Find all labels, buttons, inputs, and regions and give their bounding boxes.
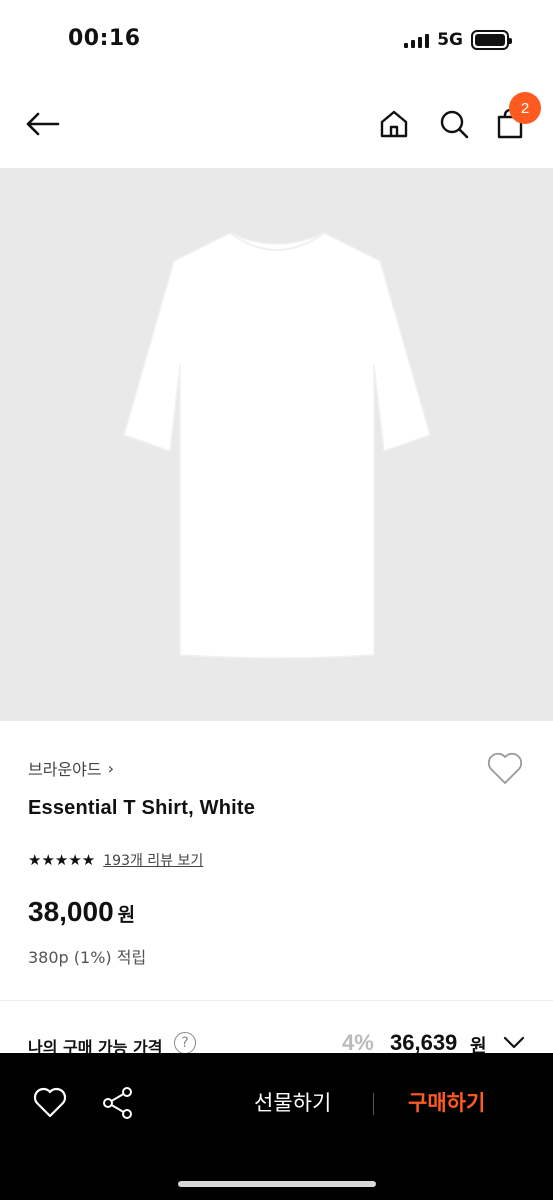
status-bar: 00:16 5G — [0, 0, 553, 82]
buy-button[interactable]: 구매하기 — [408, 1087, 485, 1117]
back-button[interactable] — [22, 104, 62, 144]
divider — [373, 1093, 374, 1115]
heart-icon — [487, 752, 523, 784]
price-unit: 원 — [117, 904, 136, 926]
arrow-left-icon — [26, 112, 60, 136]
cart-count-badge: 2 — [509, 92, 541, 124]
brand-link[interactable]: 브라운야드 › — [28, 756, 114, 780]
top-navigation: 2 — [0, 82, 553, 168]
home-button[interactable] — [374, 104, 414, 144]
status-indicators: 5G — [404, 30, 512, 50]
share-icon — [103, 1087, 132, 1119]
network-label: 5G — [437, 30, 463, 50]
gift-button[interactable]: 선물하기 — [254, 1087, 331, 1117]
rating-row: ★★★★★ 193개 리뷰 보기 — [28, 850, 203, 870]
help-icon[interactable]: ? — [174, 1032, 196, 1054]
battery-icon — [471, 30, 512, 50]
product-image[interactable] — [0, 168, 553, 721]
like-button[interactable] — [486, 750, 524, 786]
bottom-action-bar: 선물하기 구매하기 — [0, 1053, 553, 1200]
chevron-down-icon[interactable] — [502, 1034, 526, 1050]
points-info: 380p (1%) 적립 — [28, 948, 147, 967]
tshirt-image — [122, 231, 431, 659]
star-rating-icon: ★★★★★ — [28, 851, 96, 869]
signal-icon — [404, 32, 430, 48]
search-icon — [440, 110, 469, 139]
brand-name: 브라운야드 — [28, 760, 102, 779]
home-icon — [380, 110, 408, 138]
home-indicator — [178, 1181, 376, 1187]
product-name: Essential T Shirt, White — [28, 797, 256, 819]
price-row: 38,000 원 — [28, 896, 135, 928]
status-time: 00:16 — [68, 26, 141, 51]
divider — [0, 1000, 553, 1001]
bottom-like-button[interactable] — [32, 1085, 68, 1119]
heart-icon — [33, 1087, 67, 1118]
price-value: 38,000 — [28, 896, 114, 927]
search-button[interactable] — [434, 104, 474, 144]
share-button[interactable] — [100, 1085, 136, 1121]
chevron-right-icon: › — [107, 758, 115, 778]
review-link[interactable]: 193개 리뷰 보기 — [103, 850, 203, 870]
